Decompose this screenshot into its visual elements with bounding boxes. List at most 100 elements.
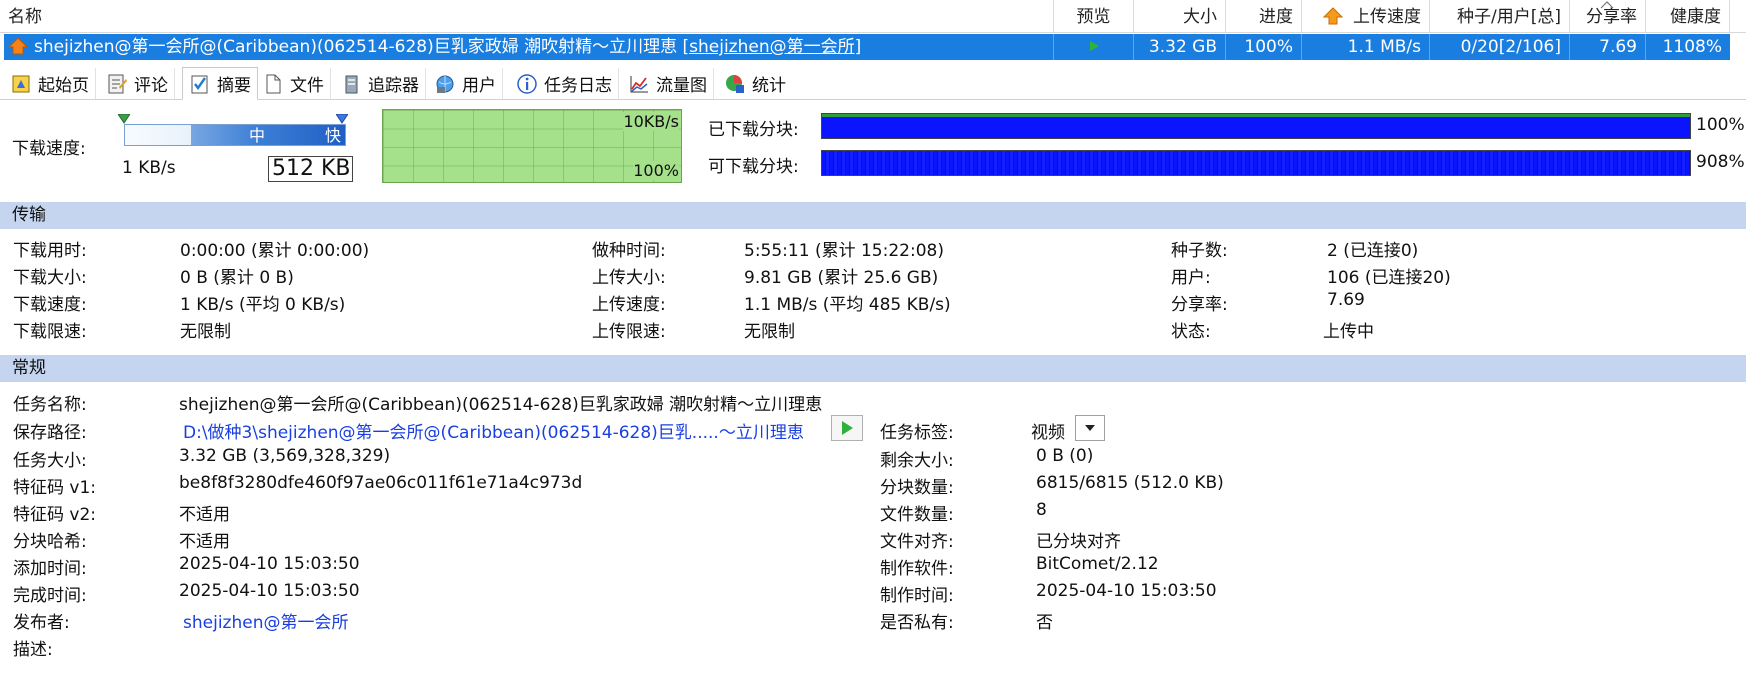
transfer-key: 上传大小: xyxy=(592,268,666,288)
general-key: 分块数量: xyxy=(880,478,954,498)
tab-label: 摘要 xyxy=(217,76,251,96)
general-key: 制作时间: xyxy=(880,586,954,606)
tab-label: 追踪器 xyxy=(368,76,419,96)
preview-cell[interactable] xyxy=(1054,34,1134,60)
transfer-value: 0 B (累计 0 B) xyxy=(180,268,294,288)
general-key: 剩余大小: xyxy=(880,451,954,471)
column-header-seeds-peers[interactable]: 种子/用户[总] xyxy=(1430,0,1570,33)
column-header-health[interactable]: 健康度 xyxy=(1646,0,1730,33)
transfer-key: 分享率: xyxy=(1171,295,1228,315)
downloaded-pieces-bar xyxy=(821,113,1691,139)
tab-users[interactable]: 用户 xyxy=(428,68,503,99)
publisher-link[interactable]: shejizhen@第一会所 xyxy=(183,608,348,633)
transfer-key: 下载限速: xyxy=(13,322,87,342)
slider-mid-label: 中 xyxy=(249,126,266,145)
task-tag-dropdown[interactable] xyxy=(1075,415,1105,441)
available-pieces-percent: 908% xyxy=(1696,152,1745,172)
general-key: 添加时间: xyxy=(13,559,87,579)
save-path-link[interactable]: D:\做种3\shejizhen@第一会所@(Caribbean)(062514… xyxy=(183,418,804,443)
speed-min-value: 1 KB/s xyxy=(122,158,176,178)
task-name-link[interactable]: [shejizhen@第一会所] xyxy=(683,37,862,57)
transfer-value: 上传中 xyxy=(1323,322,1374,342)
transfer-value: 7.69 xyxy=(1327,290,1365,310)
general-value: 2025-04-10 15:03:50 xyxy=(1036,581,1217,601)
comment-icon xyxy=(108,74,127,93)
general-value: 2025-04-10 15:03:50 xyxy=(179,554,360,574)
general-value: 3.32 GB (3,569,328,329) xyxy=(179,446,391,466)
general-key: 完成时间: xyxy=(13,586,87,606)
general-key: 是否私有: xyxy=(880,613,954,633)
tab-statistics[interactable]: 统计 xyxy=(718,68,792,99)
speed-graph: 10KB/s 100% xyxy=(382,109,682,183)
ratio-cell: 7.69 xyxy=(1570,34,1646,60)
transfer-key: 做种时间: xyxy=(592,241,666,261)
statistics-icon xyxy=(726,74,744,93)
graph-max-label: 10KB/s xyxy=(623,112,679,131)
section-general: 常规 xyxy=(0,355,1746,382)
summary-icon xyxy=(191,75,208,93)
general-value: be8f8f3280dfe460f97ae06c011f61e71a4c973d xyxy=(179,473,583,493)
info-icon xyxy=(517,73,537,94)
tab-label: 起始页 xyxy=(38,76,89,96)
file-icon xyxy=(266,74,281,93)
tab-trackers[interactable]: 追踪器 xyxy=(334,68,426,99)
open-folder-play-button[interactable] xyxy=(831,415,863,441)
play-icon xyxy=(1089,41,1099,51)
download-speed-slider[interactable]: 中 快 xyxy=(124,124,346,146)
sort-caret-icon xyxy=(1600,1,1614,9)
available-pieces-label: 可下载分块: xyxy=(708,157,799,177)
size-cell: 3.32 GB xyxy=(1134,34,1226,60)
general-value: 不适用 xyxy=(179,532,230,552)
tab-summary[interactable]: 摘要 xyxy=(182,67,258,100)
transfer-key: 下载用时: xyxy=(13,241,87,261)
transfer-value: 5:55:11 (累计 15:22:08) xyxy=(744,241,944,261)
transfer-value: 1 KB/s (平均 0 KB/s) xyxy=(180,295,346,315)
general-value: BitComet/2.12 xyxy=(1036,554,1159,574)
column-header-size[interactable]: 大小 xyxy=(1134,0,1226,33)
general-value: 0 B (0) xyxy=(1036,446,1094,466)
column-header-preview[interactable]: 预览 xyxy=(1054,0,1134,33)
slider-max-marker-icon[interactable] xyxy=(336,114,348,124)
transfer-value: 0:00:00 (累计 0:00:00) xyxy=(180,241,370,261)
table-row[interactable]: shejizhen@第一会所@(Caribbean)(062514-628)巨乳… xyxy=(4,34,1730,60)
download-speed-label: 下载速度: xyxy=(12,139,86,159)
transfer-key: 种子数: xyxy=(1171,241,1228,261)
general-key: 特征码 v2: xyxy=(13,505,97,525)
upload-status-icon xyxy=(8,37,28,55)
seeds-peers-cell: 0/20[2/106] xyxy=(1430,34,1570,60)
upload-arrow-icon xyxy=(1323,7,1343,25)
task-name-cell[interactable]: shejizhen@第一会所@(Caribbean)(062514-628)巨乳… xyxy=(4,34,1054,60)
downloaded-pieces-percent: 100% xyxy=(1696,115,1745,135)
transfer-key: 下载大小: xyxy=(13,268,87,288)
transfer-key: 状态: xyxy=(1171,322,1211,342)
task-tag-value: 视频 xyxy=(1031,423,1065,443)
general-value: 否 xyxy=(1036,613,1053,633)
general-key: 文件对齐: xyxy=(880,532,954,552)
general-key: 描述: xyxy=(13,640,53,660)
tab-comments[interactable]: 评论 xyxy=(100,68,175,99)
tab-start-page[interactable]: 起始页 xyxy=(4,68,96,99)
transfer-value: 无限制 xyxy=(180,322,231,342)
tab-label: 任务日志 xyxy=(544,76,612,96)
transfer-key: 下载速度: xyxy=(13,295,87,315)
tab-files[interactable]: 文件 xyxy=(256,68,331,99)
tab-label: 用户 xyxy=(462,76,496,96)
general-key: 制作软件: xyxy=(880,559,954,579)
start-page-icon xyxy=(12,75,30,92)
slider-min-marker-icon[interactable] xyxy=(118,114,130,124)
tab-label: 统计 xyxy=(752,76,786,96)
general-key: 任务大小: xyxy=(13,451,87,471)
transfer-value: 9.81 GB (累计 25.6 GB) xyxy=(744,268,939,288)
general-value: 8 xyxy=(1036,500,1047,520)
tab-traffic-chart[interactable]: 流量图 xyxy=(622,68,714,99)
transfer-key: 上传限速: xyxy=(592,322,666,342)
column-header-progress[interactable]: 进度 xyxy=(1226,0,1302,33)
speed-limit-input[interactable]: 512 KB xyxy=(268,156,353,182)
column-header-name[interactable]: 名称 xyxy=(0,0,1054,33)
general-key: 分块哈希: xyxy=(13,532,87,552)
tab-label: 流量图 xyxy=(656,76,707,96)
transfer-value: 1.1 MB/s (平均 485 KB/s) xyxy=(744,295,951,315)
tab-task-log[interactable]: 任务日志 xyxy=(510,68,619,99)
column-header-upload-speed[interactable]: 上传速度 xyxy=(1302,0,1430,33)
transfer-value: 2 (已连接0) xyxy=(1327,241,1419,261)
